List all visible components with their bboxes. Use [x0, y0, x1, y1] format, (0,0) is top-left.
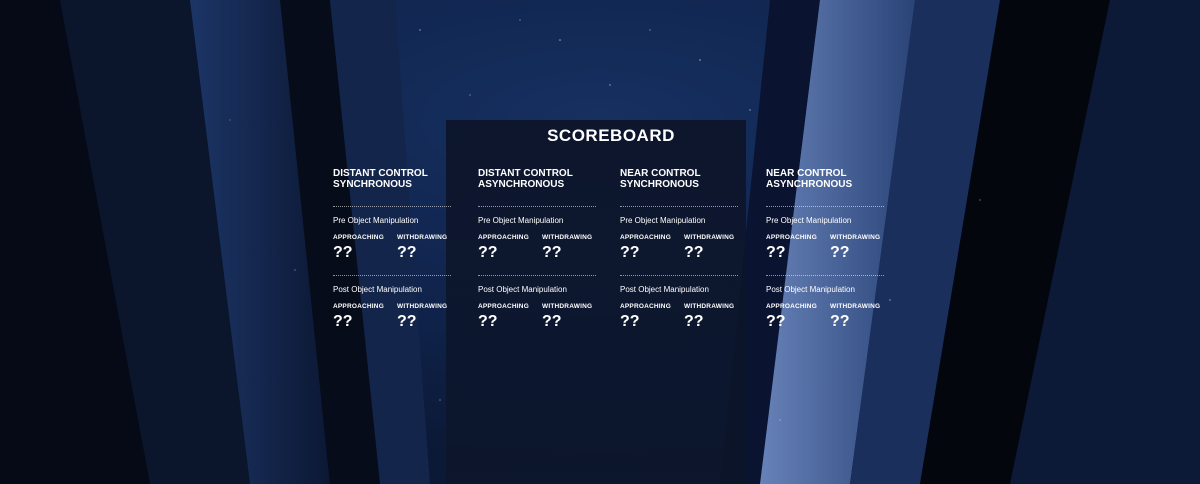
approaching-score: APPROACHING ??	[620, 234, 680, 261]
score-value: ??	[542, 313, 562, 330]
condition-column-near-sync: NEAR CONTROL SYNCHRONOUS Pre Object Mani…	[620, 168, 738, 344]
score-label: WITHDRAWING	[830, 234, 881, 241]
score-label: WITHDRAWING	[684, 303, 735, 310]
condition-heading: NEAR CONTROL ASYNCHRONOUS	[766, 168, 853, 190]
section-label: Post Object Manipulation	[766, 285, 855, 294]
approaching-score: APPROACHING ??	[766, 234, 826, 261]
score-label: APPROACHING	[620, 303, 671, 310]
condition-column-distant-async: DISTANT CONTROL ASYNCHRONOUS Pre Object …	[478, 168, 596, 344]
withdrawing-score: WITHDRAWING ??	[542, 303, 602, 330]
score-label: WITHDRAWING	[684, 234, 735, 241]
score-value: ??	[478, 313, 498, 330]
score-value: ??	[397, 313, 417, 330]
score-label: APPROACHING	[766, 303, 817, 310]
score-label: APPROACHING	[620, 234, 671, 241]
score-value: ??	[397, 244, 417, 261]
score-label: APPROACHING	[478, 303, 529, 310]
post-manipulation-section: Post Object Manipulation APPROACHING ?? …	[478, 276, 596, 344]
condition-heading: NEAR CONTROL SYNCHRONOUS	[620, 168, 701, 190]
withdrawing-score: WITHDRAWING ??	[830, 303, 890, 330]
condition-heading: DISTANT CONTROL SYNCHRONOUS	[333, 168, 428, 190]
score-label: APPROACHING	[478, 234, 529, 241]
section-label: Pre Object Manipulation	[766, 216, 852, 225]
score-value: ??	[684, 313, 704, 330]
score-value: ??	[620, 244, 640, 261]
approaching-score: APPROACHING ??	[478, 303, 538, 330]
section-label: Pre Object Manipulation	[478, 216, 564, 225]
section-label: Post Object Manipulation	[620, 285, 709, 294]
score-value: ??	[478, 244, 498, 261]
post-manipulation-section: Post Object Manipulation APPROACHING ?? …	[766, 276, 884, 344]
withdrawing-score: WITHDRAWING ??	[542, 234, 602, 261]
score-value: ??	[766, 313, 786, 330]
score-label: APPROACHING	[333, 303, 384, 310]
condition-column-distant-sync: DISTANT CONTROL SYNCHRONOUS Pre Object M…	[333, 168, 451, 344]
score-label: WITHDRAWING	[542, 303, 593, 310]
section-label: Pre Object Manipulation	[620, 216, 706, 225]
score-label: WITHDRAWING	[397, 234, 448, 241]
score-value: ??	[333, 313, 353, 330]
scoreboard-title: SCOREBOARD	[547, 126, 675, 145]
section-label: Post Object Manipulation	[478, 285, 567, 294]
score-value: ??	[620, 313, 640, 330]
withdrawing-score: WITHDRAWING ??	[397, 234, 457, 261]
pre-manipulation-section: Pre Object Manipulation APPROACHING ?? W…	[478, 207, 596, 275]
score-label: WITHDRAWING	[830, 303, 881, 310]
score-value: ??	[542, 244, 562, 261]
post-manipulation-section: Post Object Manipulation APPROACHING ?? …	[620, 276, 738, 344]
score-label: WITHDRAWING	[397, 303, 448, 310]
approaching-score: APPROACHING ??	[333, 303, 393, 330]
pre-manipulation-section: Pre Object Manipulation APPROACHING ?? W…	[333, 207, 451, 275]
post-manipulation-section: Post Object Manipulation APPROACHING ?? …	[333, 276, 451, 344]
score-value: ??	[830, 313, 850, 330]
approaching-score: APPROACHING ??	[766, 303, 826, 330]
approaching-score: APPROACHING ??	[620, 303, 680, 330]
score-value: ??	[766, 244, 786, 261]
pre-manipulation-section: Pre Object Manipulation APPROACHING ?? W…	[766, 207, 884, 275]
approaching-score: APPROACHING ??	[478, 234, 538, 261]
section-label: Pre Object Manipulation	[333, 216, 419, 225]
condition-column-near-async: NEAR CONTROL ASYNCHRONOUS Pre Object Man…	[766, 168, 884, 344]
withdrawing-score: WITHDRAWING ??	[397, 303, 457, 330]
pre-manipulation-section: Pre Object Manipulation APPROACHING ?? W…	[620, 207, 738, 275]
score-label: WITHDRAWING	[542, 234, 593, 241]
approaching-score: APPROACHING ??	[333, 234, 393, 261]
withdrawing-score: WITHDRAWING ??	[830, 234, 890, 261]
score-label: APPROACHING	[766, 234, 817, 241]
score-value: ??	[684, 244, 704, 261]
score-label: APPROACHING	[333, 234, 384, 241]
section-label: Post Object Manipulation	[333, 285, 422, 294]
withdrawing-score: WITHDRAWING ??	[684, 234, 744, 261]
score-value: ??	[333, 244, 353, 261]
withdrawing-score: WITHDRAWING ??	[684, 303, 744, 330]
condition-heading: DISTANT CONTROL ASYNCHRONOUS	[478, 168, 573, 190]
score-value: ??	[830, 244, 850, 261]
